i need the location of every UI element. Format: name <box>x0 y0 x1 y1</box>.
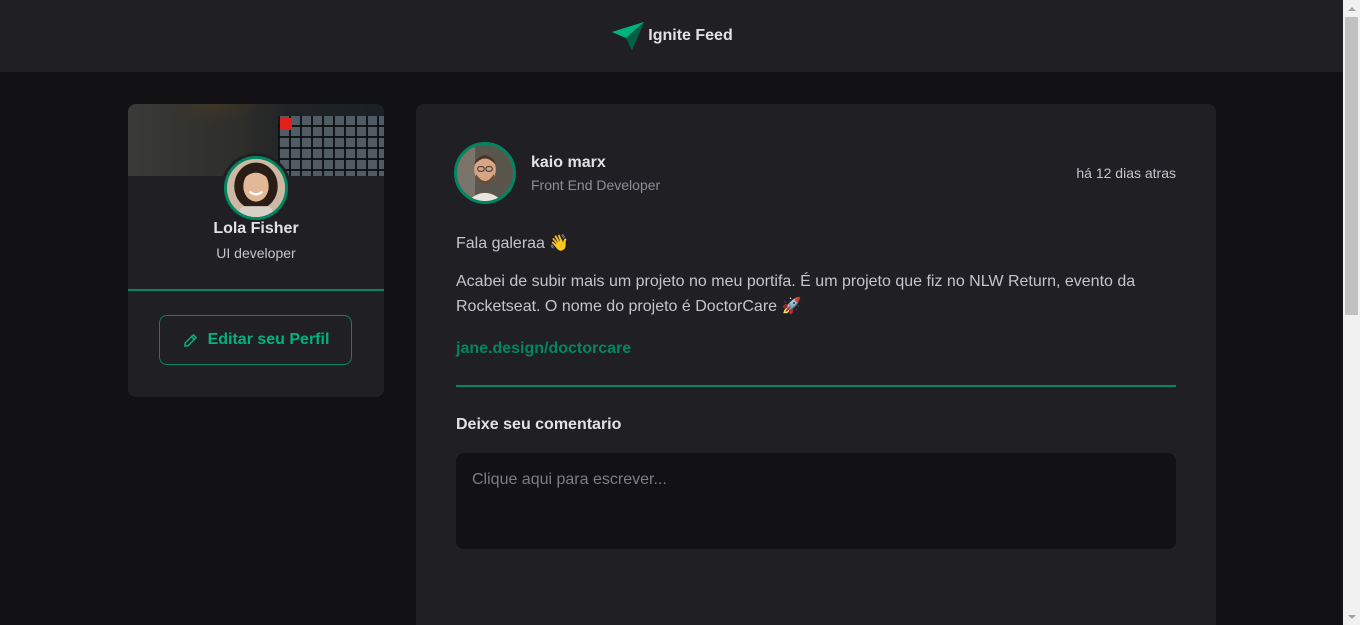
author-role: Front End Developer <box>531 177 661 193</box>
scroll-down-arrow-icon[interactable] <box>1343 608 1360 625</box>
author-avatar[interactable] <box>454 142 516 204</box>
edit-profile-label: Editar seu Perfil <box>207 331 330 348</box>
comment-form-title: Deixe seu comentario <box>456 416 622 433</box>
page-scrollbar[interactable] <box>1343 0 1360 625</box>
post-divider <box>456 385 1176 387</box>
profile-sidebar: Lola Fisher UI developer Editar seu Perf… <box>128 104 384 397</box>
post-card: kaio marx Front End Developer há 12 dias… <box>416 104 1216 625</box>
comment-textarea[interactable] <box>456 453 1176 549</box>
edit-profile-button[interactable]: Editar seu Perfil <box>159 315 352 365</box>
app-header: Ignite Feed <box>0 0 1343 72</box>
post-body: Acabei de subir mais um projeto no meu p… <box>456 273 1136 315</box>
app-title: Ignite Feed <box>648 27 733 44</box>
author-name: kaio marx <box>531 154 606 171</box>
post-greeting: Fala galeraa 👋 <box>456 235 570 252</box>
profile-name: Lola Fisher <box>213 220 299 237</box>
pencil-icon <box>183 333 197 347</box>
sidebar-divider <box>128 289 384 291</box>
avatar[interactable] <box>224 156 288 220</box>
post-link[interactable]: jane.design/doctorcare <box>456 340 631 358</box>
profile-role: UI developer <box>216 245 296 261</box>
scroll-up-arrow-icon[interactable] <box>1343 0 1360 17</box>
scrollbar-thumb[interactable] <box>1345 17 1358 315</box>
post-timestamp: há 12 dias atras <box>1076 165 1176 181</box>
paper-plane-logo-icon <box>612 22 645 50</box>
